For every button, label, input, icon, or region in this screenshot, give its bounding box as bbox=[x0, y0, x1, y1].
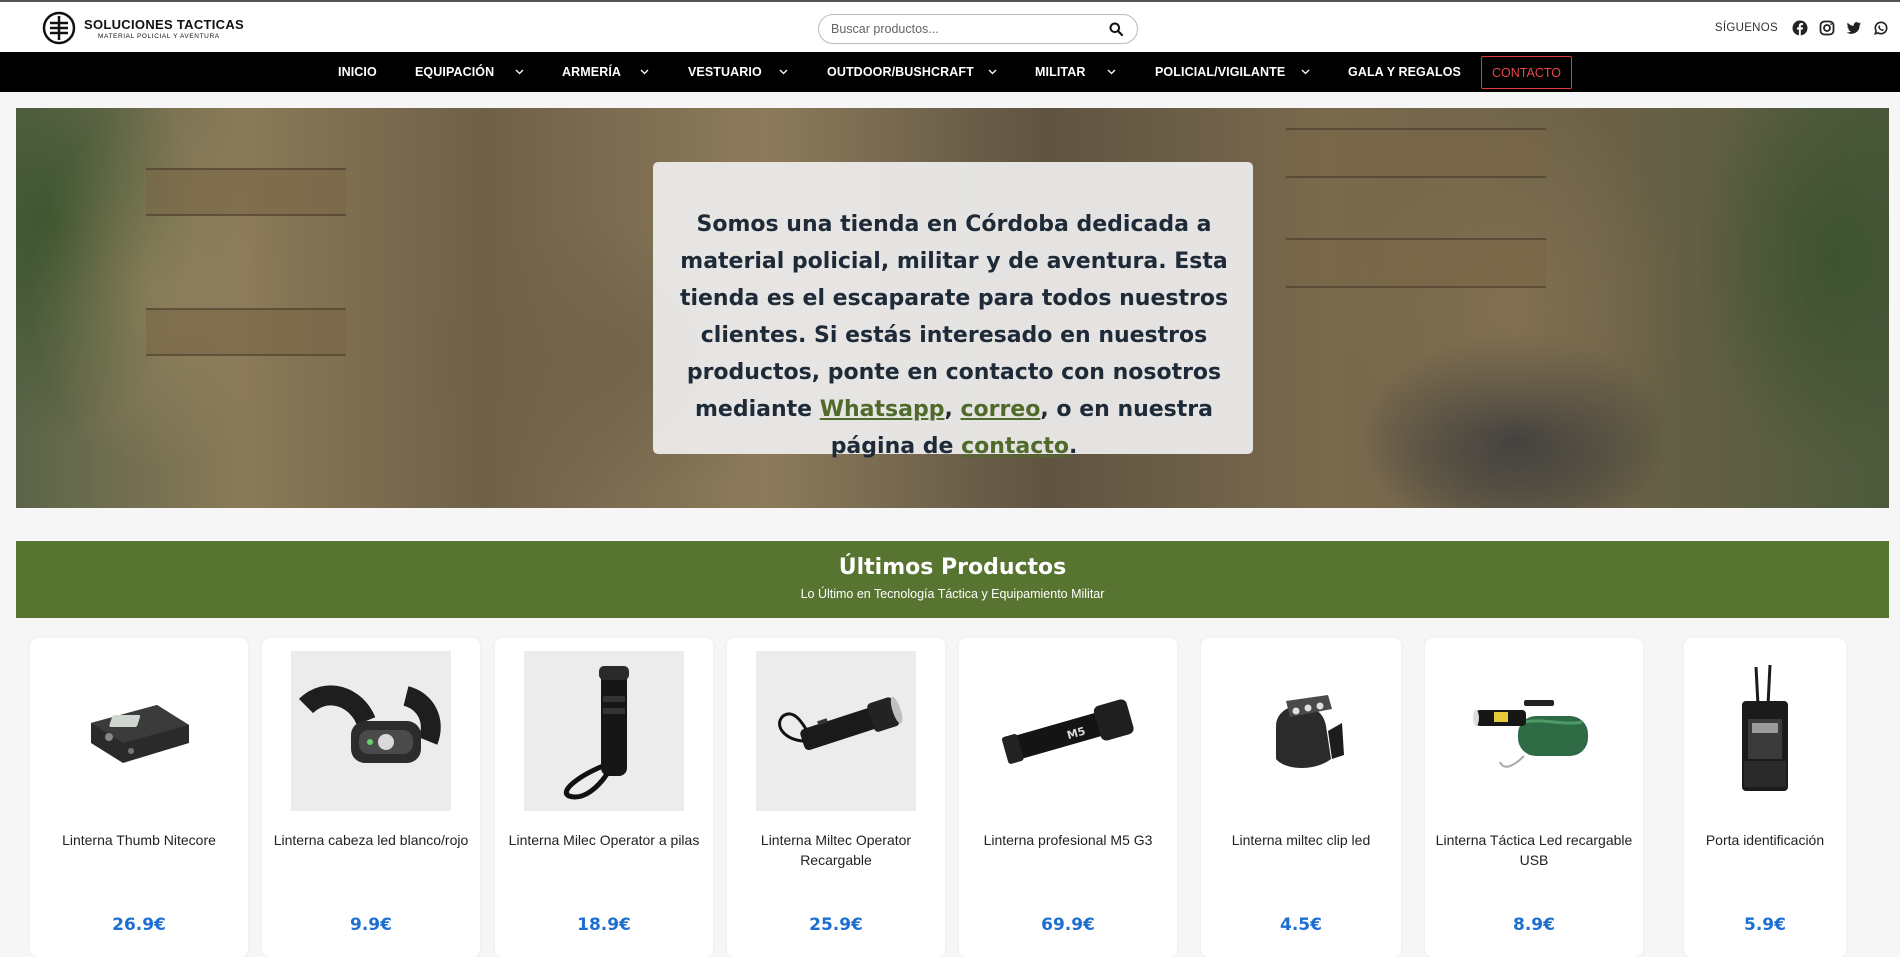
product-price: 69.9€ bbox=[1041, 915, 1095, 935]
chevron-down-icon[interactable] bbox=[779, 52, 788, 92]
contacto-link[interactable]: contacto bbox=[961, 434, 1069, 459]
product-card[interactable]: Linterna Thumb Nitecore 26.9€ bbox=[30, 638, 248, 957]
product-card[interactable]: Linterna Miltec Operator Recargable 25.9… bbox=[727, 638, 945, 957]
product-price: 8.9€ bbox=[1513, 915, 1555, 935]
chevron-down-icon[interactable] bbox=[1107, 52, 1116, 92]
section-subtitle: Lo Último en Tecnología Táctica y Equipa… bbox=[800, 587, 1105, 601]
product-card[interactable]: M5 Linterna profesional M5 G3 69.9€ bbox=[959, 638, 1177, 957]
product-image[interactable] bbox=[756, 651, 916, 811]
product-price: 9.9€ bbox=[350, 915, 392, 935]
facebook-icon[interactable] bbox=[1792, 20, 1808, 36]
product-price: 4.5€ bbox=[1280, 915, 1322, 935]
social-links: SÍGUENOS bbox=[1715, 18, 1900, 38]
nav-item-outdoor-bushcraft[interactable]: OUTDOOR/BUSHCRAFT bbox=[827, 52, 974, 92]
product-name[interactable]: Linterna profesional M5 G3 bbox=[967, 831, 1169, 851]
search-input[interactable] bbox=[831, 22, 1107, 36]
product-name[interactable]: Linterna Táctica Led recargable USB bbox=[1433, 831, 1635, 870]
nav-item-vestuario[interactable]: VESTUARIO bbox=[688, 52, 762, 92]
flashlight-icon bbox=[778, 696, 903, 751]
logo-emblem-icon bbox=[42, 11, 76, 45]
nav-item-equipacion[interactable]: EQUIPACIÓN bbox=[415, 52, 494, 92]
hero-decor bbox=[146, 308, 346, 356]
clip-light-icon bbox=[1276, 695, 1344, 768]
search-bar bbox=[818, 14, 1138, 44]
nav-item-armeria[interactable]: ARMERÍA bbox=[562, 52, 621, 92]
hero-text: Somos una tienda en Córdoba dedicada a m… bbox=[679, 206, 1229, 465]
nav-item-policial-vigilante[interactable]: POLICIAL/VIGILANTE bbox=[1155, 52, 1285, 92]
hero-decor bbox=[1286, 128, 1546, 178]
product-name[interactable]: Linterna Miltec Operator Recargable bbox=[735, 831, 937, 870]
nav-item-militar[interactable]: MILITAR bbox=[1035, 52, 1085, 92]
correo-link[interactable]: correo bbox=[961, 397, 1041, 422]
hero-decor bbox=[146, 168, 346, 216]
whatsapp-link[interactable]: Whatsapp bbox=[820, 397, 945, 422]
product-image[interactable] bbox=[59, 651, 219, 811]
product-name[interactable]: Linterna cabeza led blanco/rojo bbox=[270, 831, 472, 851]
product-image[interactable] bbox=[291, 651, 451, 811]
product-name[interactable]: Linterna miltec clip led bbox=[1209, 831, 1393, 851]
hero-text-sep: , bbox=[944, 397, 961, 422]
instagram-icon[interactable] bbox=[1819, 20, 1835, 36]
nav-item-gala-regalos[interactable]: GALA Y REGALOS bbox=[1348, 52, 1461, 92]
hero-text-end: . bbox=[1068, 434, 1078, 459]
product-card[interactable]: Linterna Táctica Led recargable USB 8.9€ bbox=[1425, 638, 1643, 957]
product-name[interactable]: Porta identificación bbox=[1692, 831, 1838, 851]
product-price: 25.9€ bbox=[809, 915, 863, 935]
product-card[interactable]: Linterna Milec Operator a pilas 18.9€ bbox=[495, 638, 713, 957]
hero-text-intro: Somos una tienda en Córdoba dedicada a m… bbox=[679, 212, 1229, 422]
product-price: 26.9€ bbox=[112, 915, 166, 935]
flashlight-icon: M5 bbox=[1001, 699, 1134, 764]
product-card[interactable]: Porta identificación 5.9€ bbox=[1684, 638, 1846, 957]
product-image[interactable] bbox=[1685, 651, 1845, 811]
product-name[interactable]: Linterna Milec Operator a pilas bbox=[503, 831, 705, 851]
latest-products-header: Últimos Productos Lo Último en Tecnologí… bbox=[16, 541, 1889, 618]
flashlight-icon bbox=[91, 705, 189, 763]
product-grid: Linterna Thumb Nitecore 26.9€ Linterna c… bbox=[0, 638, 1900, 957]
product-name[interactable]: Linterna Thumb Nitecore bbox=[38, 831, 240, 851]
top-header: SOLUCIONES TACTICAS MATERIAL POLICIAL Y … bbox=[0, 0, 1900, 52]
section-title: Últimos Productos bbox=[838, 555, 1067, 580]
product-price: 18.9€ bbox=[577, 915, 631, 935]
social-label: SÍGUENOS bbox=[1714, 22, 1778, 34]
headlamp-icon bbox=[298, 685, 441, 763]
id-holder-icon bbox=[1742, 664, 1788, 791]
product-image[interactable] bbox=[524, 651, 684, 811]
search-icon[interactable] bbox=[1107, 20, 1125, 38]
product-card[interactable]: Linterna cabeza led blanco/rojo 9.9€ bbox=[262, 638, 480, 957]
hero-message-card: Somos una tienda en Córdoba dedicada a m… bbox=[653, 162, 1253, 459]
chevron-down-icon[interactable] bbox=[1301, 52, 1310, 92]
hero-decor bbox=[1286, 238, 1546, 288]
main-navigation: INICIO EQUIPACIÓN ARMERÍA VESTUARIO OUTD… bbox=[0, 52, 1900, 92]
nav-item-inicio[interactable]: INICIO bbox=[338, 52, 377, 92]
nav-contact-button[interactable]: CONTACTO bbox=[1481, 56, 1572, 89]
twitter-icon[interactable] bbox=[1846, 20, 1862, 36]
product-price: 5.9€ bbox=[1744, 915, 1786, 935]
product-image[interactable]: M5 bbox=[988, 651, 1148, 811]
site-logo[interactable]: SOLUCIONES TACTICAS MATERIAL POLICIAL Y … bbox=[42, 10, 244, 46]
product-image[interactable] bbox=[1221, 651, 1381, 811]
flashlight-kit-icon bbox=[1473, 700, 1588, 768]
chevron-down-icon[interactable] bbox=[640, 52, 649, 92]
flashlight-icon bbox=[564, 666, 629, 800]
whatsapp-icon[interactable] bbox=[1873, 20, 1889, 36]
logo-title: SOLUCIONES TACTICAS bbox=[84, 16, 245, 32]
chevron-down-icon[interactable] bbox=[988, 52, 997, 92]
product-image[interactable] bbox=[1454, 651, 1614, 811]
chevron-down-icon[interactable] bbox=[515, 52, 524, 92]
product-card[interactable]: Linterna miltec clip led 4.5€ bbox=[1201, 638, 1401, 957]
logo-subtitle: MATERIAL POLICIAL Y AVENTURA bbox=[98, 32, 220, 40]
